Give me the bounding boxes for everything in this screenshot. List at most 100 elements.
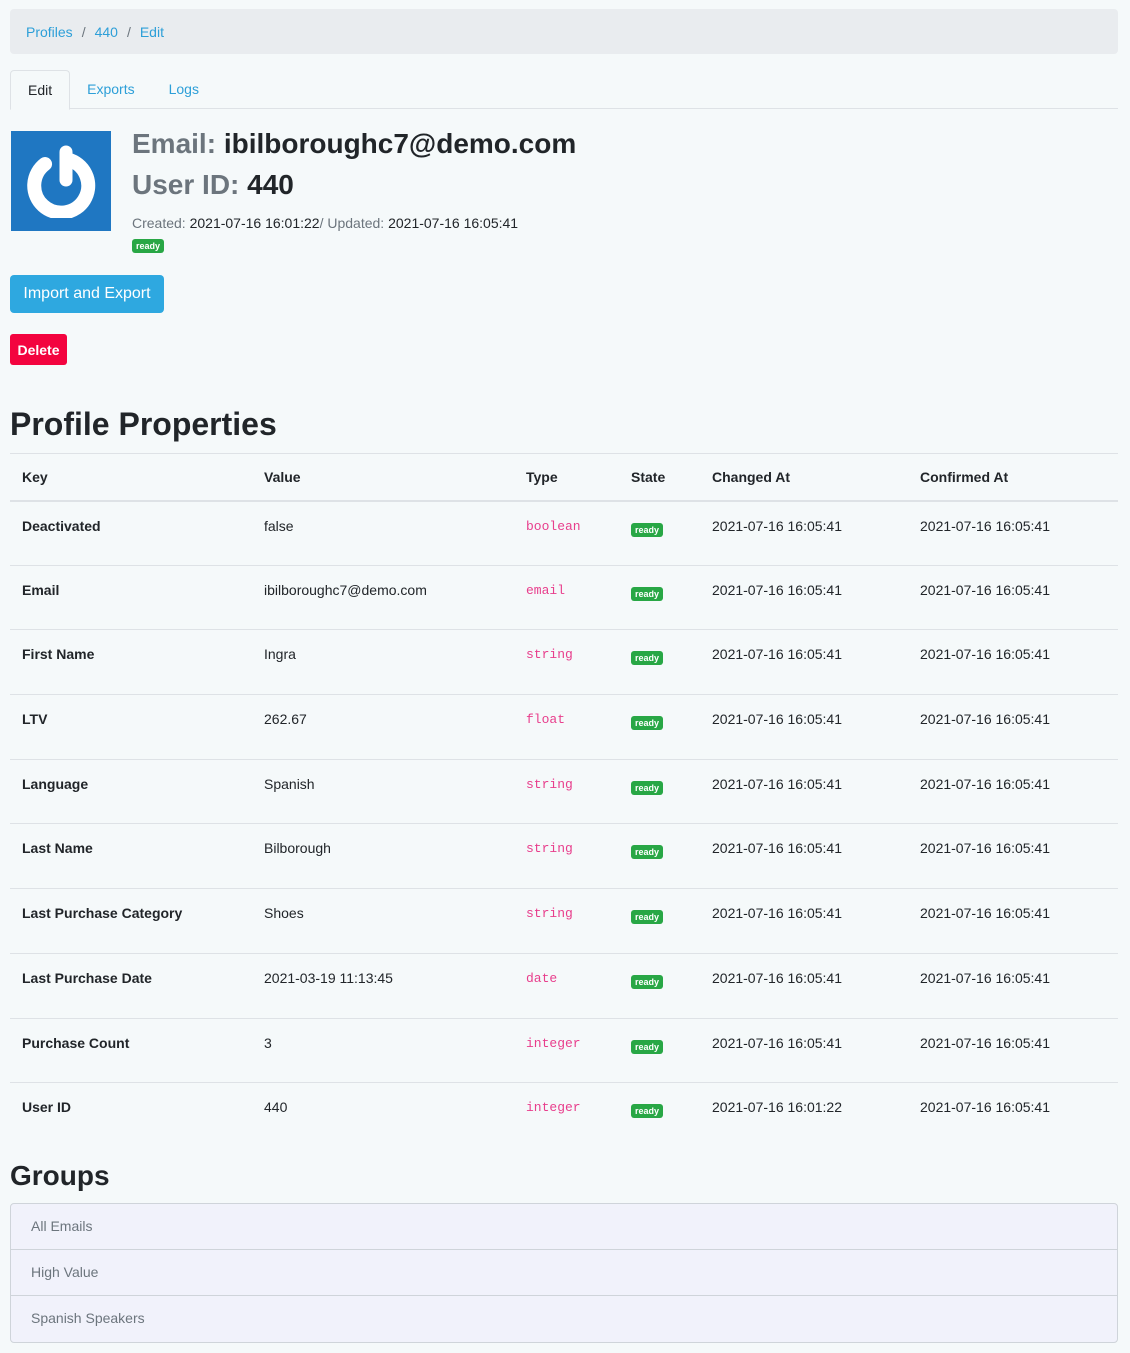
property-type: string <box>514 823 619 890</box>
power-icon <box>27 145 96 218</box>
state-badge: ready <box>631 974 664 989</box>
property-key: User ID <box>22 1099 72 1116</box>
userid-value: 440 <box>247 169 294 200</box>
group-item[interactable]: All Emails <box>11 1204 1117 1250</box>
state-badge: ready <box>631 910 664 925</box>
avatar <box>11 131 111 231</box>
status-badge: ready <box>132 239 165 253</box>
import-export-button[interactable]: Import and Export <box>10 275 164 313</box>
created-value: 2021-07-16 16:01:22 <box>189 215 320 231</box>
property-changed-at: 2021-07-16 16:05:41 <box>700 888 908 954</box>
table-row: Purchase Count 3 integer ready 2021-07-16 16… <box>10 1018 1118 1084</box>
property-confirmed-at: 2021-07-16 16:05:41 <box>908 629 1118 696</box>
property-state-cell: ready <box>619 759 700 825</box>
property-type: boolean <box>514 500 619 566</box>
property-key: LTV <box>10 694 252 760</box>
state-badge: ready <box>631 1104 664 1119</box>
property-confirmed-at: 2021-07-16 16:05:41 <box>908 694 1118 760</box>
updated-value: 2021-07-16 16:05:41 <box>388 215 519 231</box>
breadcrumb-separator: / <box>126 23 131 40</box>
property-state-cell: ready <box>619 694 700 760</box>
property-state-cell: ready <box>619 1083 700 1148</box>
property-changed-at: 2021-07-16 16:05:41 <box>700 953 908 1019</box>
profile-email-heading: Email: ibilboroughc7@demo.com <box>132 128 576 160</box>
state-badge: ready <box>631 845 664 860</box>
column-header-changed-at: Changed At <box>700 453 908 502</box>
property-key: Language <box>10 759 252 825</box>
property-value: Ingra <box>252 629 514 696</box>
table-row: First Name Ingra string ready 2021-07-16 16:… <box>10 629 1118 696</box>
property-key: Last Purchase Category <box>10 888 252 954</box>
delete-button[interactable]: Delete <box>10 334 67 365</box>
email-value: ibilboroughc7@demo.com <box>223 128 577 159</box>
property-confirmed-at: 2021-07-16 16:05:41 <box>920 1099 1050 1116</box>
property-confirmed-at: 2021-07-16 16:05:41 <box>908 1018 1118 1084</box>
table-row: Last Purchase Date 2021-03-19 11:13:45 dat… <box>10 953 1118 1019</box>
property-key: Deactivated <box>10 500 252 566</box>
state-badge: ready <box>631 586 664 601</box>
tab-exports[interactable]: Exports <box>70 70 151 109</box>
property-state-cell: ready <box>619 953 700 1019</box>
property-value: false <box>252 500 514 566</box>
tab-logs[interactable]: Logs <box>152 70 216 109</box>
table-header-row: Key Value Type State Changed At Confirme… <box>10 453 1118 502</box>
property-key: Last Name <box>10 823 252 890</box>
property-type: email <box>514 565 619 631</box>
state-badge: ready <box>631 1039 664 1054</box>
property-confirmed-at: 2021-07-16 16:05:41 <box>908 759 1118 825</box>
property-state-cell: ready <box>619 629 700 696</box>
groups-list: All Emails High Value Spanish Speakers <box>10 1203 1118 1343</box>
property-changed-at: 2021-07-16 16:05:41 <box>700 565 908 631</box>
property-changed-at: 2021-07-16 16:05:41 <box>700 694 908 760</box>
property-value: 440 <box>264 1099 288 1116</box>
profile-timestamps: Created: 2021-07-16 16:01:22/ Updated: 2… <box>132 215 518 231</box>
property-type: float <box>514 694 619 760</box>
property-confirmed-at: 2021-07-16 16:05:41 <box>908 823 1118 890</box>
breadcrumb-edit-link[interactable]: Edit <box>140 24 164 40</box>
breadcrumb-profiles-link[interactable]: Profiles <box>26 24 73 40</box>
property-changed-at: 2021-07-16 16:05:41 <box>700 629 908 696</box>
table-row: Last Name Bilborough string ready 2021-07-16… <box>10 823 1118 890</box>
property-confirmed-at: 2021-07-16 16:05:41 <box>908 888 1118 954</box>
property-value: Bilborough <box>252 823 514 890</box>
properties-title: Profile Properties <box>10 406 277 442</box>
state-badge: ready <box>631 780 664 795</box>
property-changed-at: 2021-07-16 16:05:41 <box>700 823 908 890</box>
table-row: User ID 440 integer ready 2021-07-16 16:01:2… <box>10 1083 1118 1148</box>
property-value: Shoes <box>252 888 514 954</box>
email-label: Email: <box>132 128 217 159</box>
column-header-type: Type <box>514 453 619 502</box>
property-key: Last Purchase Date <box>10 953 252 1019</box>
property-type: integer <box>526 1100 581 1116</box>
group-item[interactable]: Spanish Speakers <box>11 1296 1117 1342</box>
property-type: string <box>514 629 619 696</box>
property-value: 2021-03-19 11:13:45 <box>252 953 514 1019</box>
property-key: Purchase Count <box>10 1018 252 1084</box>
property-state-cell: ready <box>619 823 700 890</box>
property-changed-at: 2021-07-16 16:05:41 <box>700 1018 908 1084</box>
table-row: Language Spanish string ready 2021-07-16 16:… <box>10 759 1118 825</box>
table-row: LTV 262.67 float ready 2021-07-16 16:05:41 20… <box>10 694 1118 760</box>
tab-edit[interactable]: Edit <box>10 70 71 110</box>
properties-table: Key Value Type State Changed At Confirme… <box>10 453 1118 1147</box>
profile-userid-heading: User ID: 440 <box>132 169 294 201</box>
breadcrumb-profile-link[interactable]: 440 <box>95 24 118 40</box>
state-badge: ready <box>631 716 664 731</box>
table-row: Last Purchase Category Shoes string ready 20… <box>10 888 1118 954</box>
created-label: Created: <box>132 215 186 231</box>
state-badge: ready <box>631 522 664 537</box>
column-header-confirmed-at: Confirmed At <box>908 453 1118 502</box>
group-item[interactable]: High Value <box>11 1250 1117 1296</box>
table-row: Email ibilboroughc7@demo.com email ready 202… <box>10 565 1118 631</box>
column-header-value: Value <box>252 453 514 502</box>
property-key: Email <box>10 565 252 631</box>
property-state-cell: ready <box>619 500 700 566</box>
property-value: Spanish <box>252 759 514 825</box>
property-type: date <box>514 953 619 1019</box>
property-value: ibilboroughc7@demo.com <box>252 565 514 631</box>
property-type: string <box>514 759 619 825</box>
property-confirmed-at: 2021-07-16 16:05:41 <box>908 500 1118 566</box>
property-state-cell: ready <box>619 888 700 954</box>
property-value: 262.67 <box>252 694 514 760</box>
table-row: Deactivated false boolean ready 2021-07-16 1… <box>10 500 1118 566</box>
